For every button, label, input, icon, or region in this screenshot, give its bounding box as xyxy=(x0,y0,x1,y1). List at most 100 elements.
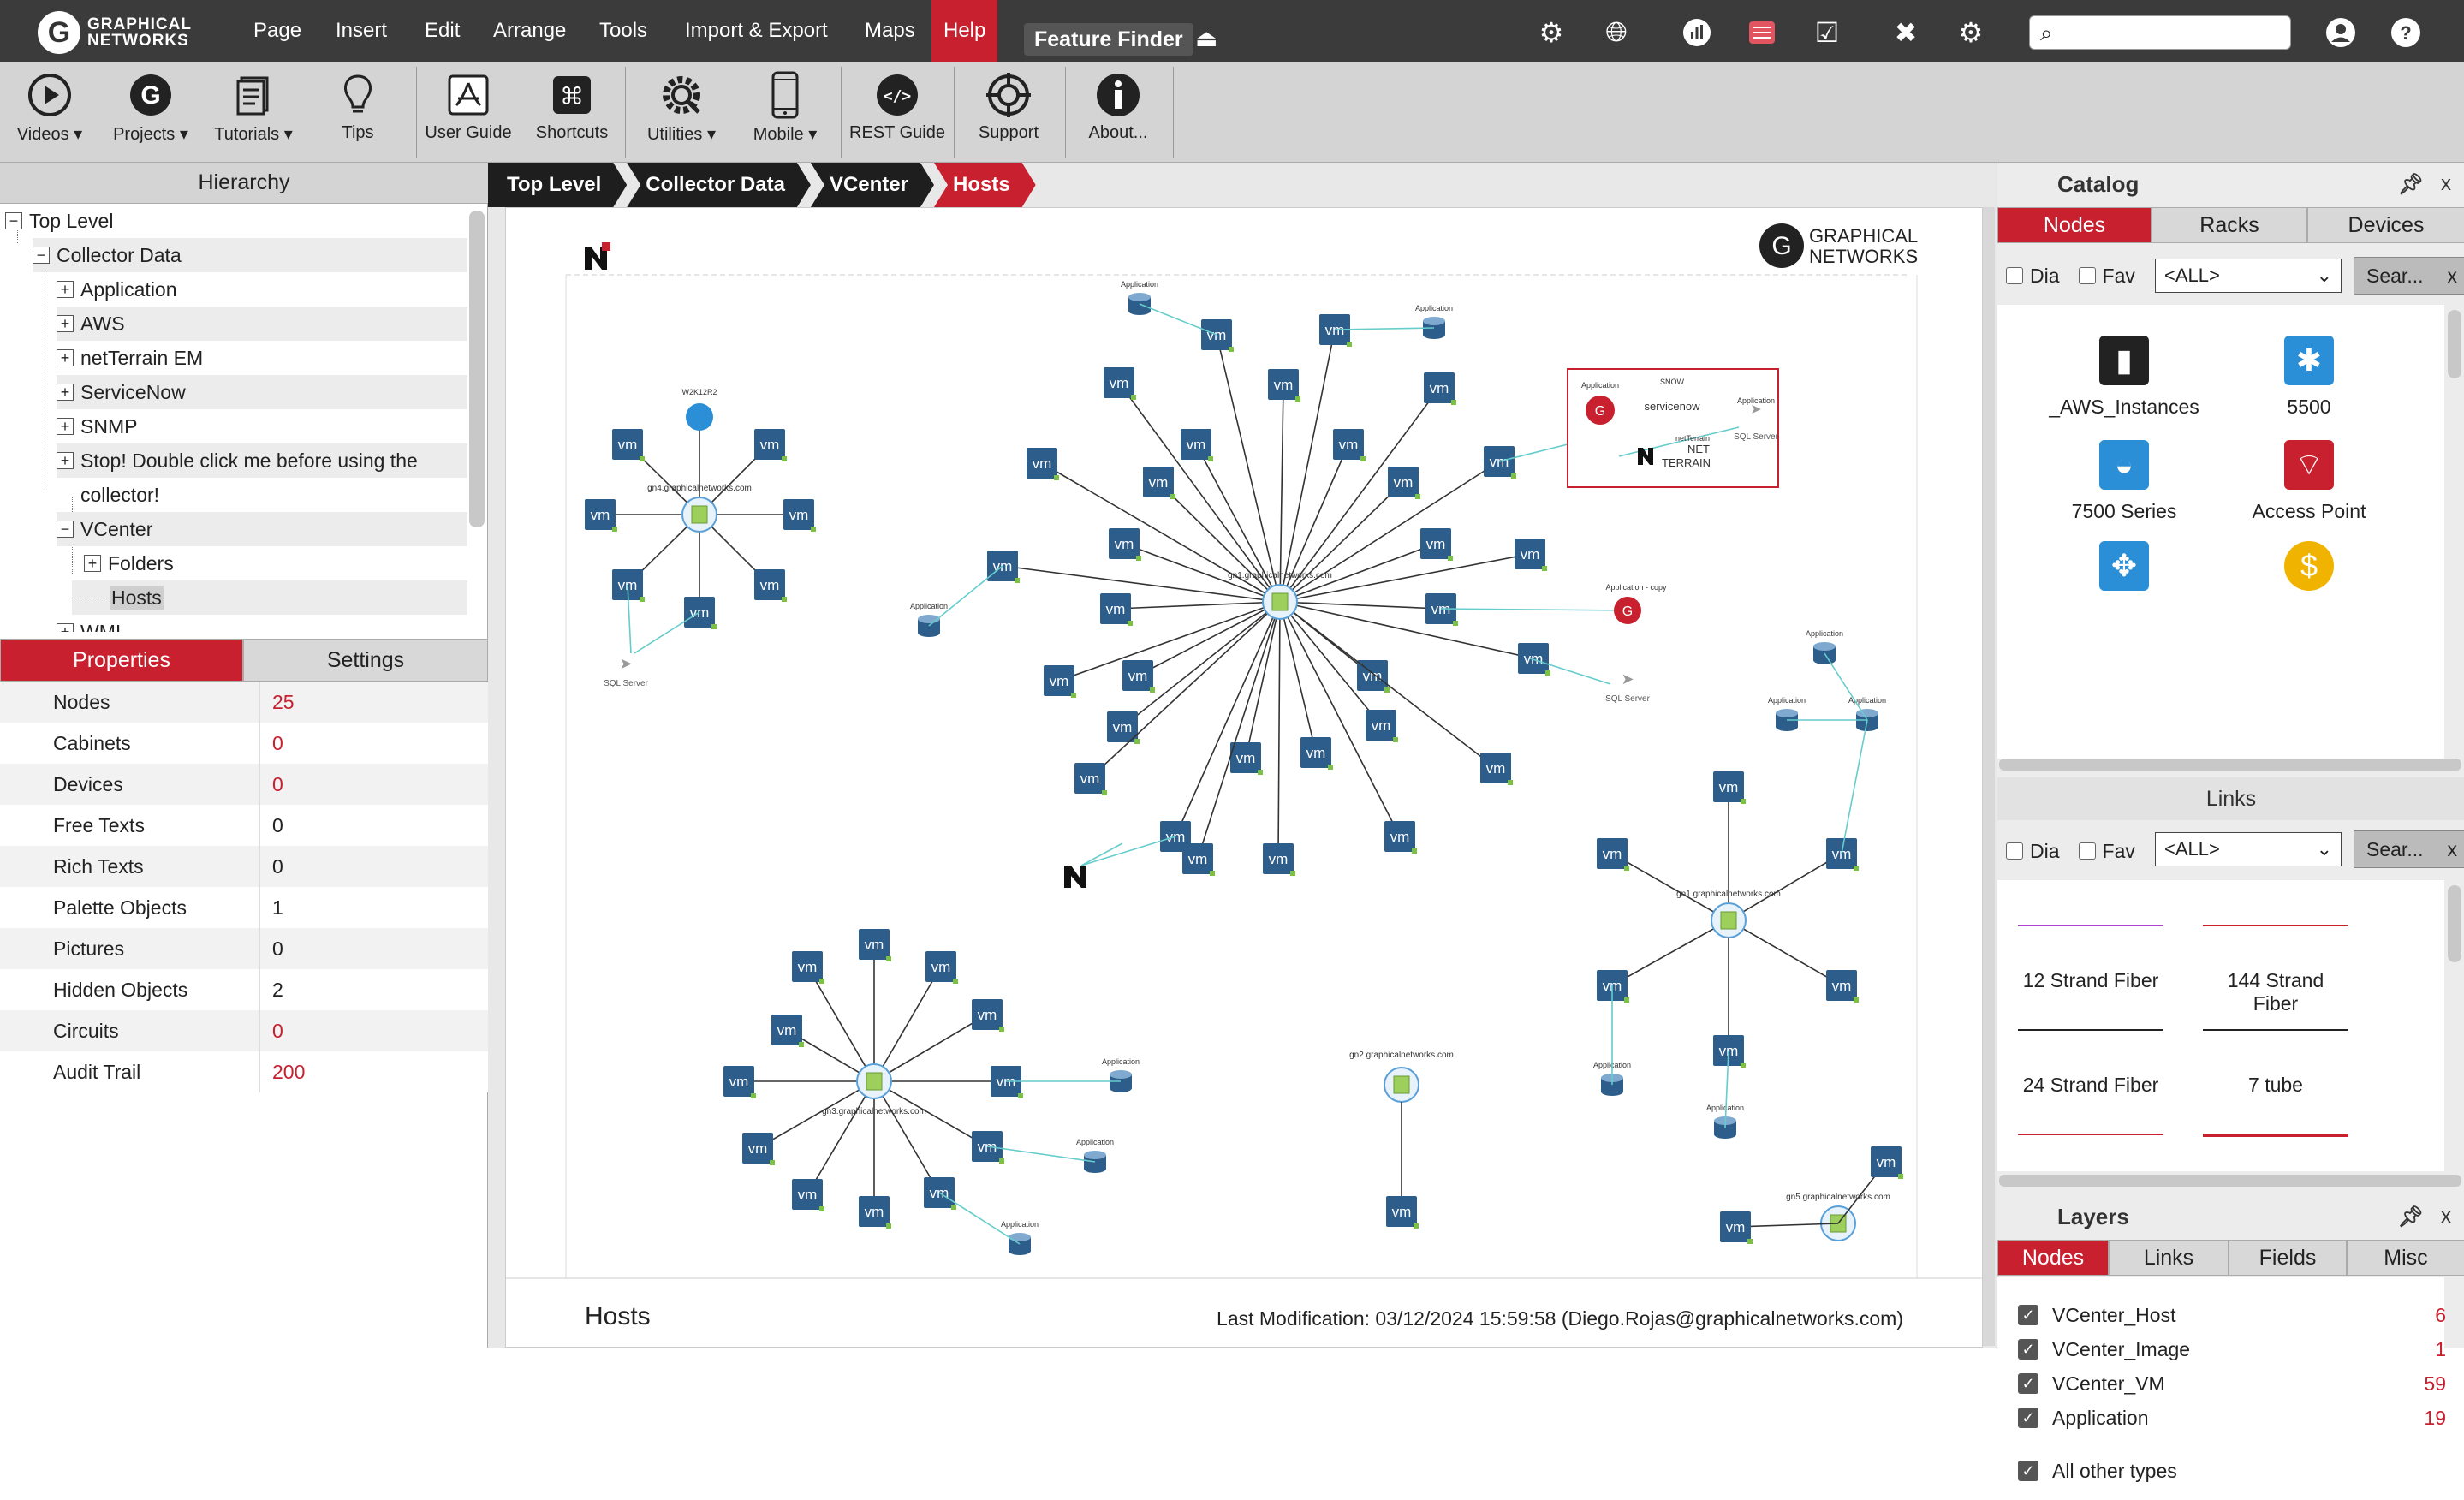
tree-item-collector-data[interactable]: − Collector Data xyxy=(33,238,467,272)
layer-checkbox-icon[interactable]: ✓ xyxy=(2018,1461,2038,1481)
user-guide-button[interactable]: User Guide xyxy=(423,67,514,158)
menu-tools[interactable]: Tools xyxy=(587,0,659,62)
catalog-item[interactable]: $ xyxy=(2223,541,2395,601)
property-value[interactable]: 0 xyxy=(260,855,283,878)
tree-item-vcenter[interactable]: − VCenter xyxy=(57,512,467,546)
netterrain-node-icon[interactable] xyxy=(1064,866,1086,888)
property-value[interactable]: 25 xyxy=(260,691,295,714)
videos-button[interactable]: Videos ▾ xyxy=(12,67,87,158)
tab-catalog-racks[interactable]: Racks xyxy=(2152,207,2307,243)
app-logo[interactable]: G GRAPHICAL NETWORKS xyxy=(38,11,192,54)
property-value[interactable]: 0 xyxy=(260,814,283,837)
help-icon[interactable]: ? xyxy=(2389,15,2423,50)
tab-layers-links[interactable]: Links xyxy=(2109,1240,2229,1276)
breadcrumb-collector-data[interactable]: Collector Data xyxy=(627,163,811,207)
tree-item-wmi[interactable]: + WMI xyxy=(57,615,121,632)
link-type-item[interactable]: 24 Strand Fiber xyxy=(2018,1029,2163,1097)
link-line-swatch[interactable] xyxy=(2203,1134,2348,1137)
diagram-canvas[interactable]: G GRAPHICAL NETWORKS vm vm vm vm vm vm vm W2K12R2 ➤… xyxy=(505,207,1984,1348)
tree-item-application[interactable]: + Application xyxy=(57,272,177,307)
breadcrumb-hosts[interactable]: Hosts xyxy=(934,163,1036,207)
layer-checkbox-icon[interactable]: ✓ xyxy=(2018,1305,2038,1325)
expand-icon[interactable]: + xyxy=(57,623,74,632)
expand-icon[interactable]: + xyxy=(57,418,74,435)
property-value[interactable]: 200 xyxy=(260,1061,305,1084)
breadcrumb-top-level[interactable]: Top Level xyxy=(488,163,627,207)
expand-icon[interactable]: + xyxy=(57,315,74,332)
tab-settings[interactable]: Settings xyxy=(243,639,488,682)
menu-maps[interactable]: Maps xyxy=(853,0,927,62)
link-type-item[interactable]: 144 Strand Fiber xyxy=(2203,925,2348,1015)
links-vscrollbar[interactable] xyxy=(2448,885,2461,962)
tab-layers-fields[interactable]: Fields xyxy=(2229,1240,2347,1276)
tab-layers-misc[interactable]: Misc xyxy=(2347,1240,2464,1276)
menu-import-export[interactable]: Import & Export xyxy=(673,0,840,62)
layer-checkbox-icon[interactable]: ✓ xyxy=(2018,1408,2038,1428)
support-button[interactable]: Support xyxy=(967,67,1050,158)
tools-icon[interactable]: ✖ xyxy=(1889,15,1923,50)
close-icon[interactable]: x xyxy=(2441,1205,2451,1229)
catalog-item[interactable]: ⌔ Access Point xyxy=(2223,440,2395,523)
menu-page[interactable]: Page xyxy=(241,0,313,62)
close-icon[interactable]: x xyxy=(2441,172,2451,196)
menu-help[interactable]: Help xyxy=(931,0,998,62)
checkbox-icon[interactable]: ☑ xyxy=(1810,15,1844,50)
dia-checkbox[interactable] xyxy=(2006,267,2023,284)
utilities-button[interactable]: Utilities ▾ xyxy=(639,67,724,158)
links-type-select[interactable]: <ALL> ⌄ xyxy=(2155,832,2342,866)
catalog-item[interactable]: ✱ 5500 xyxy=(2223,336,2395,419)
expand-icon[interactable]: + xyxy=(57,452,74,469)
tab-properties[interactable]: Properties xyxy=(0,639,243,682)
layer-row[interactable]: ✓ VCenter_Image 1 xyxy=(2018,1332,2446,1366)
property-value[interactable]: 1 xyxy=(260,896,283,920)
property-value[interactable]: 0 xyxy=(260,732,283,755)
ip-gear-icon[interactable]: ⚙ xyxy=(1534,15,1568,50)
catalog-item[interactable]: ◒ 7500 Series xyxy=(2038,440,2210,523)
tree-item-servicenow[interactable]: + ServiceNow xyxy=(57,375,467,409)
settings-icon[interactable]: ⚙ xyxy=(1954,15,1988,50)
fav-checkbox[interactable] xyxy=(2078,267,2096,284)
layer-row[interactable]: ✓ All other types xyxy=(2018,1454,2446,1488)
about-button[interactable]: About... xyxy=(1075,67,1161,158)
links-scrollbar[interactable] xyxy=(1999,1175,2461,1187)
link-type-item[interactable]: 12 Strand Fiber xyxy=(2018,925,2163,992)
tree-scrollbar[interactable] xyxy=(469,211,485,527)
canvas-scrollbar[interactable] xyxy=(1983,207,1995,1346)
chart-icon[interactable] xyxy=(1680,15,1714,50)
tree-item-netterrain-em[interactable]: + netTerrain EM xyxy=(57,341,203,375)
close-icon[interactable]: x xyxy=(2448,265,2458,288)
collapse-icon[interactable]: − xyxy=(57,521,74,538)
links-fav-checkbox[interactable] xyxy=(2078,842,2096,860)
feature-finder-button[interactable]: Feature Finder xyxy=(1024,23,1193,56)
expand-icon[interactable]: + xyxy=(84,555,101,572)
menu-arrange[interactable]: Arrange xyxy=(481,0,578,62)
network-diagram[interactable]: G GRAPHICALNETWORKS vm vm vm vm vm vm vm W2K12R2 ➤… xyxy=(506,208,1984,1348)
layer-checkbox-icon[interactable]: ✓ xyxy=(2018,1373,2038,1394)
link-type-item[interactable]: 7 tube xyxy=(2203,1029,2348,1097)
rest-guide-button[interactable]: </> REST Guide xyxy=(848,67,947,158)
tab-catalog-nodes[interactable]: Nodes xyxy=(1997,207,2152,243)
tab-layers-nodes[interactable]: Nodes xyxy=(1997,1240,2109,1276)
catalog-type-select[interactable]: <ALL> ⌄ xyxy=(2155,259,2342,293)
catalog-item[interactable]: ✥ xyxy=(2038,541,2210,601)
globe-icon[interactable]: 🌐︎ xyxy=(1599,15,1634,50)
breadcrumb-vcenter[interactable]: VCenter xyxy=(811,163,934,207)
property-value[interactable]: 0 xyxy=(260,938,283,961)
tree-item-stop-continued[interactable]: collector! xyxy=(80,478,159,512)
expand-icon[interactable]: + xyxy=(57,349,74,366)
catalog-scrollbar[interactable] xyxy=(1999,759,2461,771)
links-search-button[interactable]: Sear... x xyxy=(2354,830,2464,868)
property-value[interactable]: 2 xyxy=(260,979,283,1002)
layer-row[interactable]: ✓ VCenter_VM 59 xyxy=(2018,1366,2446,1401)
tutorials-button[interactable]: Tutorials ▾ xyxy=(211,67,296,158)
projects-button[interactable]: G Projects ▾ xyxy=(108,67,193,158)
tree-item-folders[interactable]: + Folders xyxy=(84,546,174,580)
shortcuts-button[interactable]: ⌘ Shortcuts xyxy=(529,67,615,158)
close-icon[interactable]: x xyxy=(2448,838,2458,861)
catalog-vscrollbar[interactable] xyxy=(2448,310,2461,378)
tree-item-hosts[interactable]: Hosts xyxy=(72,580,467,615)
collapse-ribbon-icon[interactable]: ⏏ xyxy=(1195,24,1217,52)
collapse-icon[interactable]: − xyxy=(33,247,50,264)
user-icon[interactable] xyxy=(2324,15,2358,50)
pin-icon[interactable]: 📌︎ xyxy=(2398,1205,2424,1229)
